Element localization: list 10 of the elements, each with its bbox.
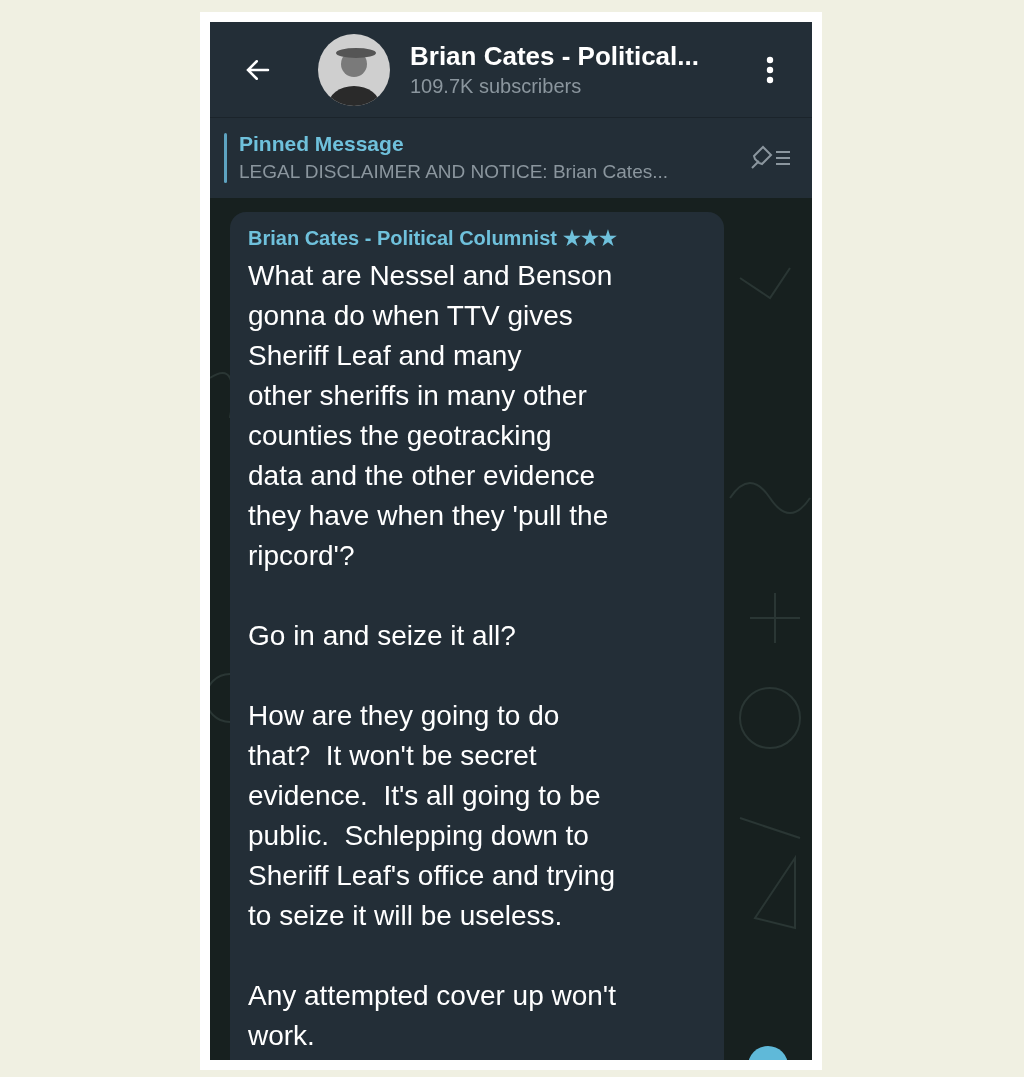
message-paragraph: What are Nessel and Benson gonna do when TTV gives Sheriff Leaf and many other sheriffs in many other counties the geotracking data and the other evidence they have when they 'pull the ripcord'?: [248, 259, 614, 573]
message-paragraph: Go in and seize it all?: [248, 619, 517, 653]
message-paragraph: Any attempted cover up won't work.: [248, 979, 617, 1053]
subscriber-count: 109.7K subscribers: [410, 73, 583, 99]
pinned-text: LEGAL DISCLAIMER AND NOTICE: Brian Cates...: [239, 160, 670, 184]
pinned-bar[interactable]: Pinned Message LEGAL DISCLAIMER AND NOTICE: Brian Cates...: [210, 118, 812, 198]
message-author: Brian Cates - Political Columnist ★★★: [248, 226, 618, 251]
channel-title: Brian Cates - Political...: [410, 39, 700, 72]
message-paragraph: How are they going to do that? It won't be secret evidence. It's all going to be public. Schlepping down to Sheriff Leaf's office and trying to seize it will be useless.: [248, 699, 616, 933]
pinned-label: Pinned Message: [239, 131, 405, 157]
